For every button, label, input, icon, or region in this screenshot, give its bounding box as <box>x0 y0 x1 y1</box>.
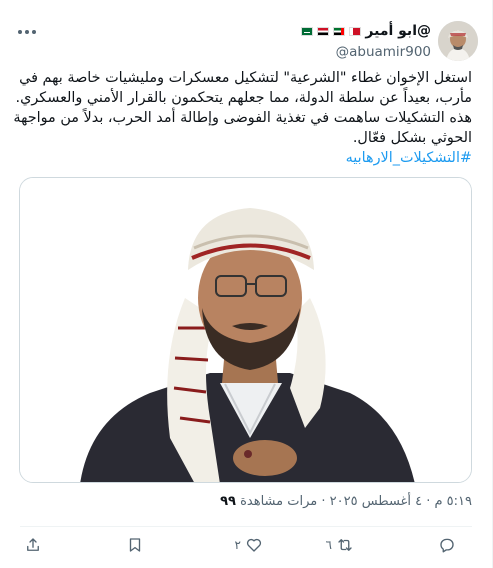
bookmark-icon <box>129 538 141 552</box>
share-button[interactable] <box>24 533 46 557</box>
reply-button[interactable] <box>438 533 460 557</box>
timestamp[interactable]: ٥:١٩ م · ٤ أغسطس ٢٠٢٥ · <box>321 494 472 509</box>
tweet-text-line: استغل الإخوان غطاء "الشرعية" لتشكيل معسك… <box>19 70 472 86</box>
views-label: مرات مشاهدة <box>240 494 318 509</box>
name-row: @ابو أمير <box>301 22 431 40</box>
saudi-flag-icon <box>301 26 314 36</box>
bookmark-button[interactable] <box>126 533 148 557</box>
tweet-media-photo[interactable] <box>19 177 472 483</box>
retweet-button[interactable]: ٦ <box>326 533 354 557</box>
tweet-text-line: مأرب، بعيداً عن سلطة الدولة، مما جعلهم ي… <box>15 90 473 106</box>
tweet-text-line: هذه التشكيلات ساهمت في تغذية الفوضى وإطا… <box>13 110 472 126</box>
tweet-text-line: الحوثي بشكل فعّال. <box>352 130 472 146</box>
like-count: ٢ <box>234 538 241 552</box>
hashtag-link[interactable]: #التشكيلات_الارهابيه <box>346 150 472 166</box>
reply-icon <box>440 538 454 553</box>
action-bar: ٦ ٢ <box>14 533 478 557</box>
tweet-header: @ابو أمير @abuamir900 <box>0 18 492 61</box>
divider <box>20 526 472 527</box>
bahrain-flag-icon <box>349 26 362 36</box>
heart-icon <box>246 538 262 552</box>
more-button[interactable] <box>12 20 42 44</box>
uae-flag-icon <box>333 26 346 36</box>
like-button[interactable]: ٢ <box>235 533 263 557</box>
tweet-text: استغل الإخوان غطاء "الشرعية" لتشكيل معسك… <box>13 68 473 168</box>
retweet-count: ٦ <box>325 538 332 552</box>
views-count: ٩٩ <box>220 494 236 509</box>
retweet-icon <box>338 539 352 551</box>
avatar[interactable] <box>438 21 478 61</box>
user-info: @ابو أمير @abuamir900 <box>301 22 431 60</box>
tweet-card: @ابو أمير @abuamir900 استغل الإخوان غطاء… <box>0 0 493 568</box>
display-name[interactable]: @ابو أمير <box>365 23 431 39</box>
share-icon <box>27 538 39 551</box>
more-icon <box>18 30 36 34</box>
user-handle[interactable]: @abuamir900 <box>301 44 431 60</box>
egypt-flag-icon <box>317 26 330 36</box>
tweet-meta: ٥:١٩ م · ٤ أغسطس ٢٠٢٥ · مرات مشاهدة ٩٩ <box>220 494 472 509</box>
photo-image <box>20 178 471 482</box>
